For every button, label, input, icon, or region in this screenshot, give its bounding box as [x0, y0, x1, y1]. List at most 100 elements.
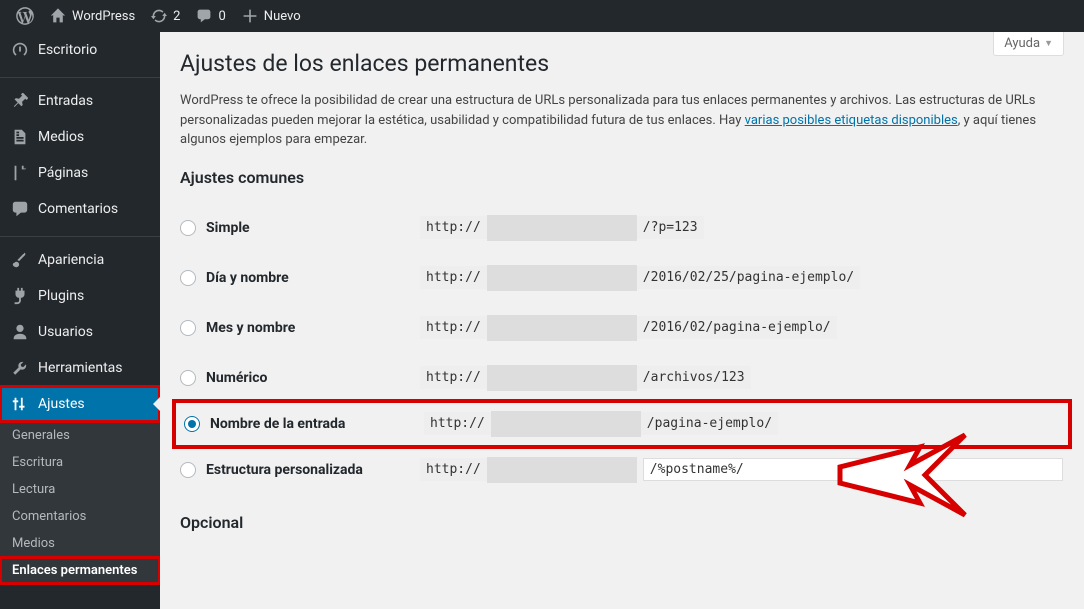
- permalink-option-monthname: Mes y nombrehttp:// /2016/02/pagina-ejemp…: [180, 303, 1064, 353]
- permalink-option-custom: Estructura personalizadahttp://: [180, 445, 1064, 495]
- intro-text: WordPress te ofrece la posibilidad de cr…: [180, 91, 1060, 150]
- sidebar-item-label: Páginas: [38, 165, 88, 181]
- url-scheme: http://: [420, 458, 487, 481]
- permalink-options: Simplehttp:///?p=123Día y nombrehttp:///…: [180, 203, 1064, 495]
- site-home-link[interactable]: WordPress: [42, 0, 143, 32]
- sidebar-item-label: Usuarios: [38, 324, 93, 340]
- sidebar-item-settings[interactable]: Ajustes: [0, 386, 160, 422]
- radio-monthname[interactable]: [180, 320, 196, 336]
- updates-count: 2: [173, 9, 180, 24]
- plug-icon: [10, 286, 30, 306]
- url-example: http:// /2016/02/pagina-ejemplo/: [420, 315, 1064, 341]
- comments-link[interactable]: 0: [188, 0, 233, 32]
- sidebar-item-pages[interactable]: Páginas: [0, 155, 160, 191]
- dashboard-icon: [10, 40, 30, 60]
- sidebar-item-dashboard[interactable]: Escritorio: [0, 32, 160, 68]
- permalink-option-label[interactable]: Nombre de la entrada: [184, 416, 424, 432]
- url-domain-placeholder: [487, 315, 637, 341]
- main-content: Ajustes de los enlaces permanentes WordP…: [160, 32, 1084, 609]
- new-label: Nuevo: [264, 9, 301, 24]
- sidebar-item-media[interactable]: Medios: [0, 119, 160, 155]
- url-scheme: http://: [424, 412, 491, 435]
- submenu-item-permalinks[interactable]: Enlaces permanentes: [0, 557, 160, 584]
- help-toggle[interactable]: Ayuda▼: [993, 32, 1064, 56]
- radio-dayname[interactable]: [180, 270, 196, 286]
- sidebar-item-comments[interactable]: Comentarios: [0, 191, 160, 227]
- radio-custom[interactable]: [180, 462, 196, 478]
- new-content-link[interactable]: Nuevo: [234, 0, 309, 32]
- url-example: http:// /archivos/123: [420, 365, 1064, 391]
- submenu-item-writing[interactable]: Escritura: [0, 449, 160, 476]
- sidebar-item-label: Escritorio: [38, 42, 97, 58]
- url-example: http://: [420, 457, 1064, 483]
- permalink-option-label[interactable]: Simple: [180, 220, 420, 236]
- admin-sidebar: Escritorio Entradas Medios Páginas Comentari…: [0, 32, 160, 609]
- url-example: http:///?p=123: [420, 215, 1064, 241]
- url-domain-placeholder: [487, 215, 637, 241]
- url-example: http:///pagina-ejemplo/: [424, 411, 1060, 437]
- submenu-item-reading[interactable]: Lectura: [0, 476, 160, 503]
- permalink-option-label[interactable]: Estructura personalizada: [180, 462, 420, 478]
- url-domain-placeholder: [491, 411, 641, 437]
- sidebar-item-posts[interactable]: Entradas: [0, 83, 160, 119]
- tags-available-link[interactable]: varias posibles etiquetas disponibles: [745, 113, 958, 128]
- sidebar-item-label: Apariencia: [38, 252, 104, 268]
- optional-heading: Opcional: [180, 513, 1064, 532]
- url-domain-placeholder: [487, 365, 637, 391]
- url-path: /2016/02/25/pagina-ejemplo/: [637, 266, 860, 289]
- wrench-icon: [10, 358, 30, 378]
- url-scheme: http://: [420, 266, 487, 289]
- brush-icon: [10, 250, 30, 270]
- menu-separator: [0, 73, 160, 78]
- radio-plain[interactable]: [180, 220, 196, 236]
- url-scheme: http://: [420, 366, 487, 389]
- updates-link[interactable]: 2: [143, 0, 188, 32]
- url-scheme: http://: [420, 316, 487, 339]
- comment-icon: [196, 8, 212, 24]
- radio-postname[interactable]: [184, 416, 200, 432]
- sidebar-item-users[interactable]: Usuarios: [0, 314, 160, 350]
- user-icon: [10, 322, 30, 342]
- url-path: /?p=123: [637, 216, 704, 239]
- refresh-icon: [151, 8, 167, 24]
- comments-count: 0: [218, 9, 225, 24]
- menu-separator: [0, 232, 160, 237]
- home-icon: [50, 8, 66, 24]
- permalink-option-plain: Simplehttp:///?p=123: [180, 203, 1064, 253]
- wordpress-icon: [16, 7, 34, 25]
- plus-icon: [242, 8, 258, 24]
- common-settings-heading: Ajustes comunes: [180, 168, 1064, 187]
- permalink-option-numeric: Numéricohttp:// /archivos/123: [180, 353, 1064, 403]
- permalink-option-label[interactable]: Numérico: [180, 370, 420, 386]
- chevron-down-icon: ▼: [1044, 38, 1053, 49]
- permalink-option-postname: Nombre de la entradahttp:///pagina-ejemp…: [172, 399, 1072, 449]
- sidebar-item-label: Medios: [38, 129, 84, 145]
- permalink-option-label[interactable]: Mes y nombre: [180, 320, 420, 336]
- permalink-option-label[interactable]: Día y nombre: [180, 270, 420, 286]
- submenu-item-discussion[interactable]: Comentarios: [0, 503, 160, 530]
- url-path: /2016/02/pagina-ejemplo/: [637, 316, 837, 339]
- sidebar-item-tools[interactable]: Herramientas: [0, 350, 160, 386]
- sidebar-item-label: Comentarios: [38, 201, 118, 217]
- settings-submenu: GeneralesEscrituraLecturaComentariosMedi…: [0, 422, 160, 584]
- sidebar-item-label: Herramientas: [38, 360, 123, 376]
- sidebar-item-appearance[interactable]: Apariencia: [0, 242, 160, 278]
- radio-numeric[interactable]: [180, 370, 196, 386]
- sidebar-item-label: Entradas: [38, 93, 93, 109]
- site-name-label: WordPress: [72, 9, 135, 24]
- page-icon: [10, 163, 30, 183]
- submenu-item-general[interactable]: Generales: [0, 422, 160, 449]
- sidebar-item-plugins[interactable]: Plugins: [0, 278, 160, 314]
- pin-icon: [10, 91, 30, 111]
- url-domain-placeholder: [487, 457, 637, 483]
- media-icon: [10, 127, 30, 147]
- submenu-item-media[interactable]: Medios: [0, 530, 160, 557]
- page-title: Ajustes de los enlaces permanentes: [180, 50, 1064, 77]
- custom-structure-input[interactable]: [643, 458, 1063, 481]
- permalink-option-dayname: Día y nombrehttp:// /2016/02/25/pagina-ej…: [180, 253, 1064, 303]
- url-domain-placeholder: [487, 265, 637, 291]
- url-path: /archivos/123: [637, 366, 751, 389]
- wp-logo[interactable]: [8, 0, 42, 32]
- sliders-icon: [10, 394, 30, 414]
- url-example: http:// /2016/02/25/pagina-ejemplo/: [420, 265, 1064, 291]
